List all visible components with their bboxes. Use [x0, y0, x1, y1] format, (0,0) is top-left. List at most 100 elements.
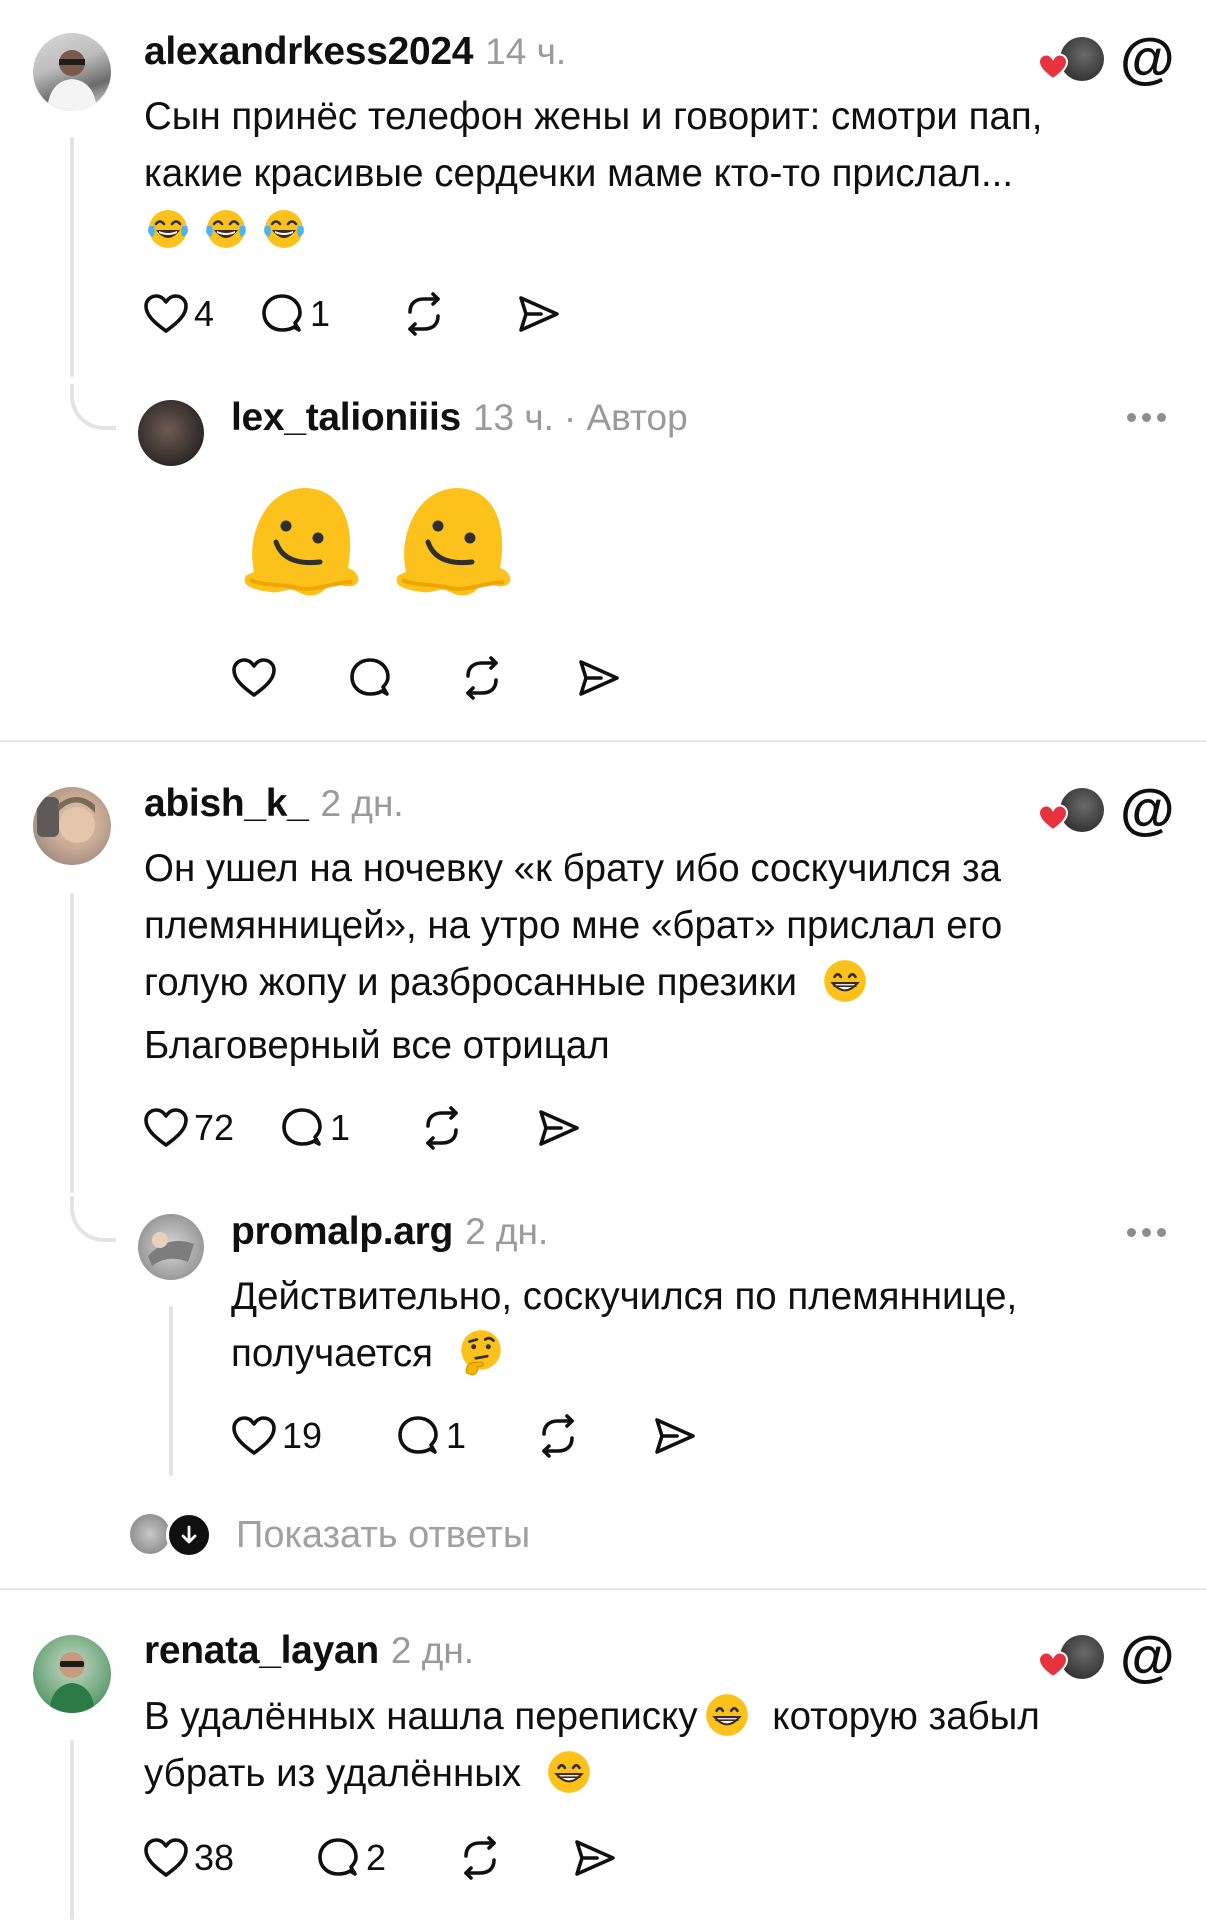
like-button[interactable]	[230, 654, 346, 702]
comment-text-fragment: убрать из удалённых	[144, 1752, 522, 1795]
repost-button[interactable]	[418, 1104, 534, 1152]
reply-count: 2	[366, 1837, 387, 1878]
speech-bubble-icon	[278, 1104, 326, 1152]
send-icon	[650, 1412, 698, 1460]
reply-text: Действительно, соскучился по племяннице,…	[231, 1268, 1017, 1382]
threads-logo-icon[interactable]: @	[1120, 781, 1175, 837]
like-button[interactable]: 38	[142, 1834, 314, 1882]
repost-icon	[456, 1834, 504, 1882]
heart-outline-icon	[230, 1412, 278, 1460]
heart-outline-icon	[142, 290, 190, 338]
timestamp: 13 ч.	[472, 397, 554, 438]
melting-face-icon	[386, 476, 520, 610]
repost-button[interactable]	[456, 1834, 570, 1882]
comment-text: В удалённых нашла переписку которую забы…	[144, 1688, 1040, 1802]
reply-actions: 19 1	[230, 1406, 698, 1466]
speech-bubble-icon	[394, 1412, 442, 1460]
reply-button[interactable]: 1	[278, 1104, 418, 1152]
reply-avatar[interactable]	[138, 1214, 204, 1280]
comment-actions: 38 2	[142, 1828, 618, 1888]
username[interactable]: promalp.arg	[231, 1210, 453, 1254]
reply-emojis	[234, 476, 520, 610]
red-heart-icon	[1038, 804, 1068, 832]
liked-by-author-badge	[1038, 1633, 1104, 1679]
reply-text-fragment: получается	[231, 1332, 434, 1375]
face-with-tears-of-joy-icon	[260, 204, 308, 252]
heart-outline-icon	[142, 1834, 190, 1882]
emoji-line	[144, 204, 1042, 252]
share-button[interactable]	[574, 654, 622, 702]
comment-actions: 4 1	[142, 284, 562, 344]
avatar-photo	[148, 1232, 194, 1266]
comment-header: alexandrkess2024 14 ч.	[144, 30, 566, 74]
comment-text: Он ушел на ночевку «к брату ибо соскучил…	[144, 840, 1002, 1074]
grinning-face-icon	[820, 956, 870, 1006]
threads-logo-icon[interactable]: @	[1120, 30, 1175, 86]
like-button[interactable]: 72	[142, 1104, 278, 1152]
reply-count: 1	[330, 1107, 351, 1148]
red-heart-icon	[1038, 1651, 1068, 1679]
reply-text-line: Действительно, соскучился по племяннице,	[231, 1275, 1018, 1318]
like-button[interactable]: 19	[230, 1412, 394, 1460]
timestamp: 2 дн.	[320, 783, 404, 824]
speech-bubble-icon	[258, 290, 306, 338]
comment-text-fragment: В удалённых нашла переписку	[144, 1695, 698, 1738]
reply-button[interactable]	[346, 654, 458, 702]
more-options-button[interactable]	[1127, 1228, 1166, 1237]
author-tag: · Автор	[563, 397, 688, 438]
timestamp: 2 дн.	[390, 1630, 475, 1671]
repost-button[interactable]	[534, 1412, 650, 1460]
timestamp: 14 ч.	[485, 31, 567, 72]
reply-count: 1	[446, 1415, 467, 1456]
share-button[interactable]	[534, 1104, 582, 1152]
username[interactable]: lex_talioniiis	[231, 396, 461, 440]
avatar[interactable]	[33, 787, 111, 865]
thread-connector	[70, 384, 116, 430]
heart-outline-icon	[230, 654, 278, 702]
reply-header: lex_talioniiis 13 ч. · Автор	[231, 396, 688, 440]
send-icon	[534, 1104, 582, 1152]
speech-bubble-icon	[314, 1834, 362, 1882]
comment-text-fragment: которую забыл	[772, 1695, 1040, 1738]
send-icon	[570, 1834, 618, 1882]
comment-text-fragment: голую жопу и разбросанные презики	[144, 961, 797, 1004]
melting-face-icon	[234, 476, 368, 610]
threads-logo-icon[interactable]: @	[1120, 1628, 1175, 1684]
avatar[interactable]	[33, 1635, 111, 1713]
red-heart-icon	[1038, 53, 1068, 81]
username[interactable]: alexandrkess2024	[144, 30, 473, 74]
show-replies-label: Показать ответы	[236, 1513, 531, 1556]
like-button[interactable]: 4	[142, 290, 258, 338]
more-options-button[interactable]	[1127, 413, 1166, 422]
repost-button[interactable]	[458, 654, 574, 702]
thread-line	[70, 893, 74, 1193]
comment-text-line-with-emoji: убрать из удалённых	[144, 1745, 1040, 1802]
share-button[interactable]	[570, 1834, 618, 1882]
like-count: 38	[194, 1837, 235, 1878]
repost-icon	[418, 1104, 466, 1152]
grinning-face-icon	[702, 1690, 752, 1740]
liked-by-author: @	[1038, 1628, 1175, 1684]
reply-text-line-with-emoji: получается	[231, 1325, 1017, 1382]
avatar[interactable]	[33, 33, 111, 111]
repost-button[interactable]	[400, 290, 514, 338]
username[interactable]: renata_layan	[144, 1629, 379, 1673]
send-icon	[574, 654, 622, 702]
share-button[interactable]	[650, 1412, 698, 1460]
reply-avatar[interactable]	[138, 400, 204, 466]
reply-button[interactable]: 1	[394, 1412, 534, 1460]
username[interactable]: abish_k_	[144, 782, 309, 826]
liked-by-author-badge	[1038, 35, 1104, 81]
divider	[0, 740, 1206, 742]
reply-button[interactable]: 1	[258, 290, 400, 338]
arrow-down-icon	[166, 1512, 212, 1558]
thread-line	[169, 1306, 173, 1476]
comment-text-line-with-emoji: В удалённых нашла переписку которую забы…	[144, 1688, 1040, 1745]
face-with-tears-of-joy-icon	[144, 204, 192, 252]
liked-by-author: @	[1038, 30, 1175, 86]
share-button[interactable]	[514, 290, 562, 338]
thread-connector	[70, 1196, 116, 1242]
reply-button[interactable]: 2	[314, 1834, 456, 1882]
show-replies-button[interactable]: Показать ответы	[130, 1512, 530, 1558]
comment-header: abish_k_ 2 дн.	[144, 782, 404, 826]
